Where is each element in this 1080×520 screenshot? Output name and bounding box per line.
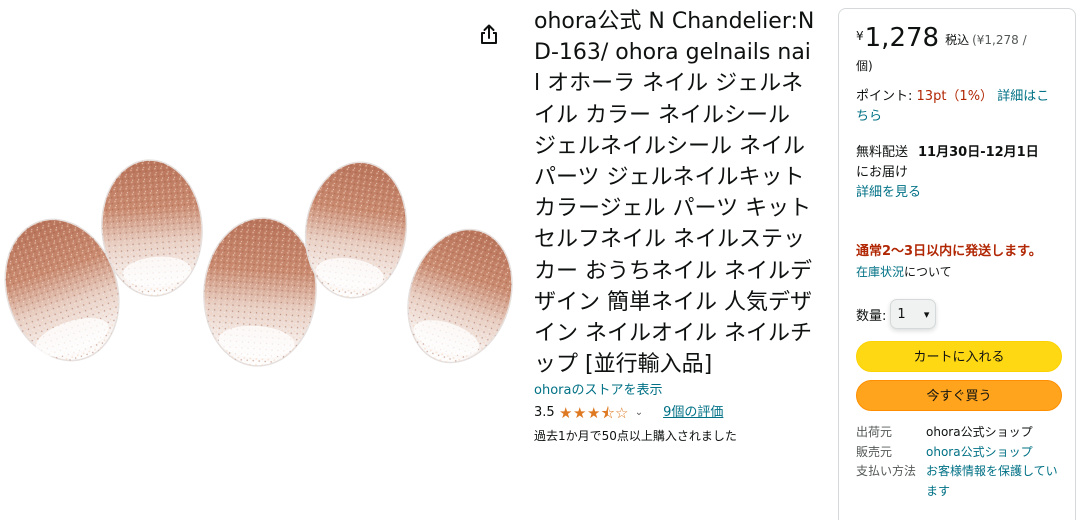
points-label: ポイント: (856, 89, 913, 104)
buy-box: ¥ 1,278 税込 (¥1,278 / 個) ポイント: 13pt（1%） 詳… (838, 8, 1076, 520)
seller-key: 支払い方法 (856, 464, 917, 478)
shipping-note: 通常2～3日以内に発送します。 (856, 244, 1042, 259)
nail-tip-3 (203, 217, 317, 367)
add-to-cart-button[interactable]: カートに入れる (856, 341, 1062, 372)
stock-status: 在庫状況について (856, 263, 1059, 281)
delivery-details-link[interactable]: 詳細を見る (856, 183, 1059, 203)
chevron-down-icon[interactable]: ⌄ (635, 403, 643, 423)
seller-key: 出荷元 (856, 425, 893, 439)
seller-row-ships-from: 出荷元 ohora公式ショップ (856, 423, 1059, 443)
star-half-icon: ⯪ (600, 404, 615, 423)
payment-security-link[interactable]: お客様情報を保護しています (926, 462, 1059, 501)
rating-number: 3.5 (534, 405, 555, 421)
stock-status-link[interactable]: 在庫状況 (856, 265, 904, 279)
price: ¥ 1,278 税込 (¥1,278 / 個) (856, 23, 1059, 77)
bought-past-month: 過去1か月で50点以上購入されました (534, 429, 737, 444)
share-button[interactable] (476, 22, 502, 48)
star-rating[interactable]: ★ ★ ★ ⯪ ☆ (559, 403, 629, 423)
seller-value: ohora公式ショップ (926, 425, 1033, 439)
quantity-select[interactable]: 1 ▾ (890, 299, 937, 329)
price-per-unit-suffix: 個) (856, 59, 873, 73)
quantity-label: 数量: (856, 308, 887, 324)
star-icon: ★ (558, 404, 573, 423)
rating-row: 3.5 ★ ★ ★ ⯪ ☆ ⌄ 9個の評価 (534, 403, 816, 423)
points-value: 13pt（1%） (916, 89, 994, 104)
delivery-suffix: にお届け (856, 165, 909, 180)
seller-link[interactable]: ohora公式ショップ (926, 443, 1059, 463)
seller-info: 出荷元 ohora公式ショップ 販売元 ohora公式ショップ 支払い方法 お客… (856, 423, 1059, 501)
price-per-unit: (¥1,278 / (972, 33, 1027, 47)
store-link[interactable]: ohoraのストアを表示 (534, 381, 816, 401)
delivery-label: 無料配送 (856, 145, 909, 160)
nail-tips-image (4, 159, 513, 367)
product-info: ohora公式 N Chandelier:ND-163/ ohora gelna… (534, 6, 816, 445)
seller-row-sold-by: 販売元 ohora公式ショップ (856, 443, 1059, 463)
nail-tip-5 (407, 228, 513, 364)
share-icon (481, 24, 497, 44)
chevron-down-icon: ▾ (923, 307, 930, 321)
delivery-dates: 11月30日-12月1日 (918, 145, 1039, 160)
buy-now-button[interactable]: 今すぐ買う (856, 380, 1062, 411)
price-symbol: ¥ (856, 29, 864, 43)
star-icon: ★ (586, 404, 601, 423)
price-tax-label: 税込 (945, 33, 970, 47)
points-info: ポイント: 13pt（1%） 詳細はこちら (856, 87, 1059, 127)
product-image[interactable] (0, 0, 520, 520)
product-title: ohora公式 N Chandelier:ND-163/ ohora gelna… (534, 9, 815, 378)
seller-key: 販売元 (856, 444, 893, 459)
star-empty-icon: ☆ (614, 404, 629, 423)
stock-suffix: について (904, 265, 952, 279)
delivery-info: 無料配送 11月30日-12月1日 にお届け 詳細を見る (856, 143, 1059, 203)
quantity-value: 1 (897, 306, 906, 322)
quantity-row: 数量: 1 ▾ (856, 299, 1059, 329)
star-icon: ★ (572, 404, 587, 423)
price-whole: 1,278 (864, 23, 940, 53)
review-count-link[interactable]: 9個の評価 (663, 403, 723, 423)
seller-row-payment: 支払い方法 お客様情報を保護しています (856, 462, 1059, 501)
